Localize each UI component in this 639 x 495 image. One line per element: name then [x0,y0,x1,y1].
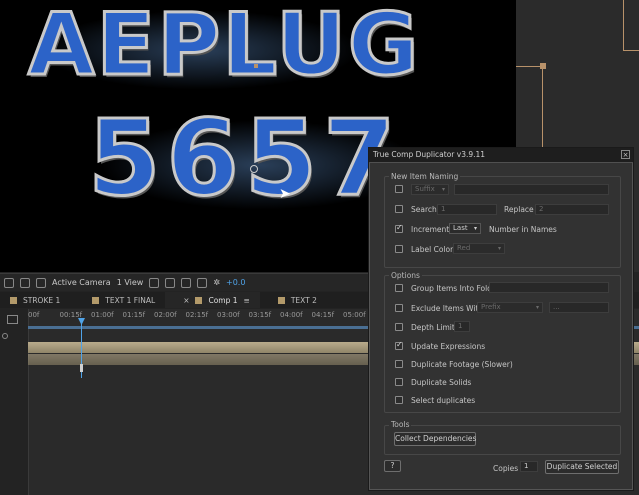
label-color-select[interactable]: Red ▾ [453,243,505,254]
exclude-browse-field[interactable]: ... [549,302,609,313]
increment-label: Increment [411,225,450,234]
tab-label: STROKE 1 [23,295,61,305]
duplicate-solids-label: Duplicate Solids [411,378,472,387]
solo-icon[interactable] [2,333,8,339]
increment-suffix-label: Number in Names [489,225,557,234]
ruler-tick-label: 04:15f [311,311,335,319]
copies-label: Copies [493,464,519,473]
wire-node[interactable] [540,63,546,69]
ruler-tick-label: 01:00f [91,311,114,319]
comp-marker-icon[interactable] [7,315,18,324]
ruler-tick-label: 01:15f [122,311,146,319]
group-items-label: Group Items Into Folder [411,284,500,293]
replace-field[interactable]: 2 [535,204,609,215]
toggle-pixel-aspect-icon[interactable] [149,277,160,288]
ruler-tick-label: 00f [28,311,40,319]
label-color-swatch [10,296,17,304]
wire-line [623,0,624,50]
close-icon[interactable]: × [183,296,189,305]
dialog-titlebar[interactable]: True Comp Duplicator v3.9.11 × [369,148,633,163]
close-icon[interactable]: × [621,150,630,159]
ruler-tick-label: 02:15f [185,311,209,319]
tab-text-2[interactable]: TEXT 2 [260,292,327,308]
logo-text-line2: 5657 [86,97,402,219]
naming-group-label: New Item Naming [389,172,461,181]
wire-line [542,66,543,156]
label-color-swatch [195,296,203,304]
tab-label: TEXT 1 FINAL [105,295,156,305]
exposure-icon[interactable]: ✲ [213,278,220,287]
ruler-tick-label: 02:00f [154,311,177,319]
depth-limit-label: Depth Limit [411,323,455,332]
suffix-checkbox[interactable] [395,185,403,193]
update-expressions-label: Update Expressions [411,342,486,351]
suffix-select[interactable]: Suffix ▾ [411,184,449,195]
update-expressions-checkbox[interactable] [395,340,403,350]
help-button[interactable]: ? [384,460,401,472]
timeline-icon[interactable] [181,277,192,288]
duplicate-footage-label: Duplicate Footage (Slower) [411,360,513,369]
replace-label: Replace [504,205,534,214]
dialog-title: True Comp Duplicator v3.9.11 [373,150,486,159]
tab-label: Comp 1 [208,295,238,305]
depth-limit-checkbox[interactable] [395,323,403,331]
tab-label: TEXT 2 [290,295,317,305]
ruler-tick-label: 00:15f [59,311,83,319]
playhead-marker [80,364,83,372]
tab-comp-1[interactable]: × Comp 1 ≡ [165,292,260,308]
ruler-tick-label: 03:00f [217,311,240,319]
increment-checkbox[interactable] [395,223,403,233]
label-color-checkbox[interactable] [395,245,403,253]
copies-field[interactable]: 1 [520,461,538,472]
duplicate-footage-checkbox[interactable] [395,360,403,368]
transform-handle[interactable] [250,165,258,173]
select-duplicates-label: Select duplicates [411,396,476,405]
search-checkbox[interactable] [395,205,403,213]
exclude-select[interactable]: Prefix ▾ [477,302,543,313]
wire-line [516,66,542,67]
duplicate-solids-checkbox[interactable] [395,378,403,386]
label-color-label: Label Color [411,245,454,254]
folder-name-field[interactable] [489,282,609,293]
mouse-cursor-icon: ➤ [279,186,291,202]
tools-group-label: Tools [389,420,412,429]
search-field[interactable]: 1 [437,204,497,215]
label-color-swatch [277,296,285,304]
options-group-label: Options [389,271,422,280]
region-of-interest-icon[interactable] [20,277,30,288]
chevron-down-icon: ▾ [441,186,445,193]
fast-previews-icon[interactable] [165,277,176,288]
chevron-down-icon[interactable] [4,277,14,288]
tab-stroke-1[interactable]: STROKE 1 [0,292,70,308]
select-duplicates-checkbox[interactable] [395,396,403,404]
view-layout-select[interactable]: 1 View [117,278,144,287]
logo-text-line1: AEPLUG [27,0,421,95]
chevron-down-icon: ▾ [497,245,501,252]
timeline-switches-column [0,309,29,495]
exposure-value[interactable]: +0.0 [226,278,245,287]
duplicate-selected-button[interactable]: Duplicate Selected [545,460,619,474]
ruler-tick-label: 04:00f [280,311,303,319]
chevron-down-icon: ▾ [473,225,477,232]
chevron-down-icon: ▾ [535,304,539,311]
tab-menu-icon[interactable]: ≡ [244,296,250,305]
ruler-tick-label: 05:00f [343,311,366,319]
increment-select[interactable]: Last ▾ [449,223,481,234]
search-label: Search [411,205,437,214]
transparency-grid-icon[interactable] [36,277,46,288]
depth-limit-field[interactable]: 1 [454,321,470,332]
true-comp-duplicator-dialog: True Comp Duplicator v3.9.11 × New Item … [368,147,634,491]
tab-text-1-final[interactable]: TEXT 1 FINAL [70,292,165,308]
label-color-swatch [92,296,100,304]
exclude-items-label: Exclude Items With [411,304,484,313]
wire-line [623,50,639,51]
collect-dependencies-button[interactable]: Collect Dependencies [394,432,476,446]
anchor-point-handle[interactable] [254,64,258,68]
exclude-items-checkbox[interactable] [395,304,403,312]
ruler-tick-label: 03:15f [248,311,272,319]
camera-select[interactable]: Active Camera [52,278,111,287]
flowchart-icon[interactable] [197,277,208,288]
group-items-checkbox[interactable] [395,284,403,292]
suffix-text-field[interactable] [454,184,609,195]
